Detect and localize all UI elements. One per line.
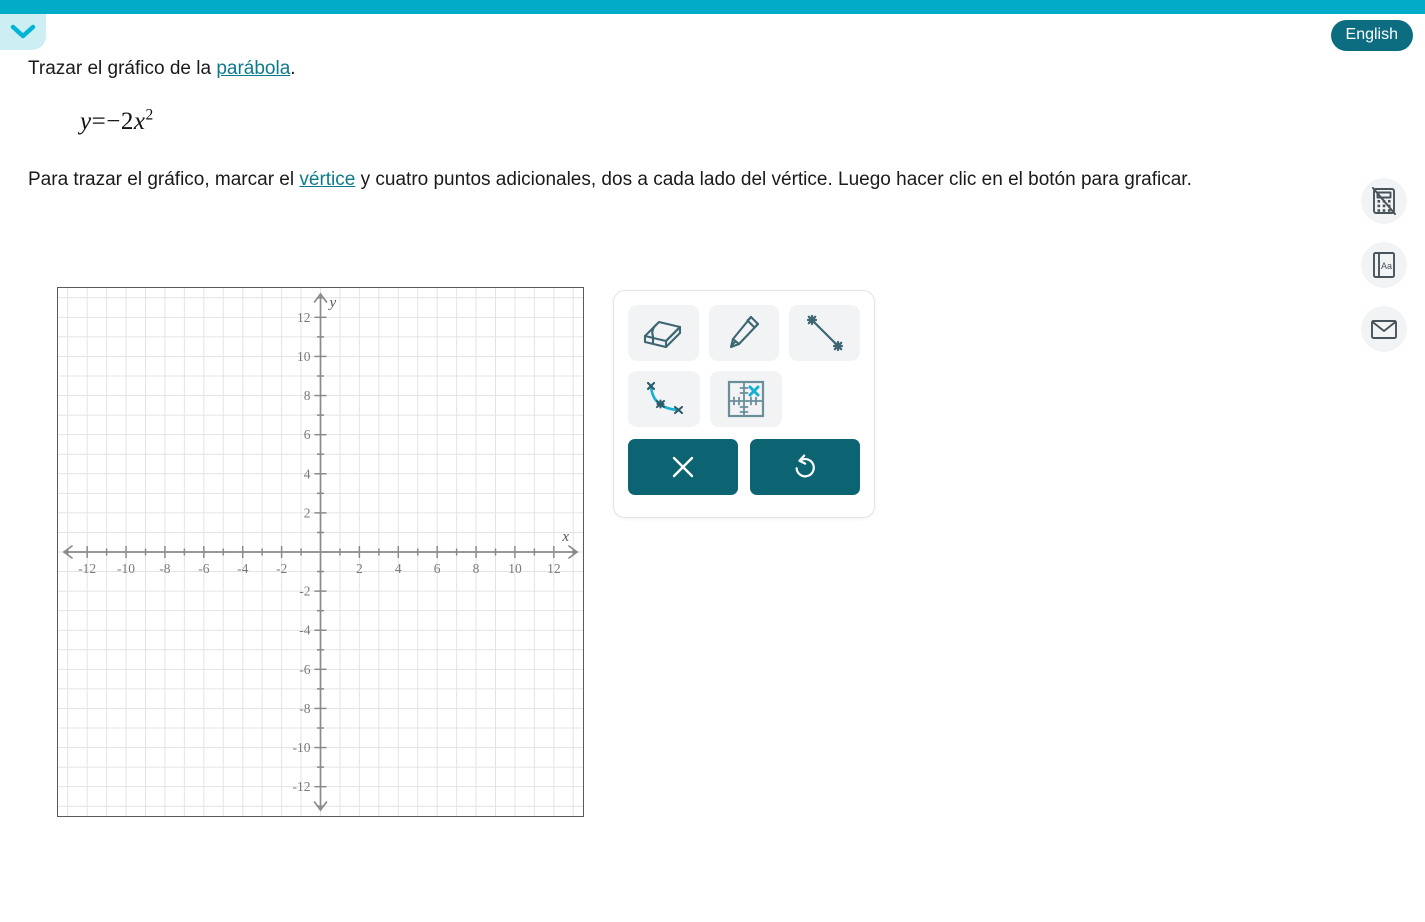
close-x-icon bbox=[670, 454, 696, 480]
svg-text:-4: -4 bbox=[237, 561, 248, 576]
right-utility-rail: Aa bbox=[1361, 178, 1407, 352]
svg-text:-12: -12 bbox=[78, 561, 96, 576]
coordinate-plane-graph[interactable]: -12 -10 -8 -6 -4 -2 2 4 6 8 10 12 12 10 8 6 4 2 -2 -4 -6 -8 -1… bbox=[57, 287, 584, 817]
vertice-glossary-link[interactable]: vértice bbox=[299, 169, 355, 190]
collapse-panel-button[interactable] bbox=[0, 14, 46, 50]
prompt-text-after: . bbox=[290, 58, 296, 79]
language-toggle-button[interactable]: English bbox=[1330, 20, 1413, 51]
svg-text:Aa: Aa bbox=[1381, 261, 1392, 271]
problem-content: Trazar el gráfico de la parábola. y=−2x2… bbox=[28, 48, 1293, 193]
equation-equals: = bbox=[91, 107, 107, 135]
instructions-text-part1: Para trazar el gráfico, marcar el bbox=[28, 168, 300, 190]
equation-lhs: y bbox=[80, 107, 92, 135]
svg-text:8: 8 bbox=[473, 561, 480, 576]
problem-instructions: Para trazar el gráfico, marcar el vértic… bbox=[28, 166, 1288, 194]
problem-prompt: Trazar el gráfico de la parábola. bbox=[28, 56, 1293, 82]
tool-plot-point-button[interactable] bbox=[710, 371, 782, 427]
tool-eraser-button[interactable] bbox=[628, 305, 699, 361]
svg-text:4: 4 bbox=[304, 466, 311, 481]
tool-line-button[interactable] bbox=[789, 305, 861, 361]
equation-sign: − bbox=[106, 107, 121, 135]
svg-text:6: 6 bbox=[304, 427, 311, 442]
equation-variable: x bbox=[133, 107, 146, 135]
svg-text:-8: -8 bbox=[159, 561, 170, 576]
svg-text:2: 2 bbox=[356, 561, 363, 576]
svg-text:y: y bbox=[328, 295, 337, 311]
parabola-glossary-link[interactable]: parábola bbox=[216, 58, 290, 79]
svg-text:-6: -6 bbox=[198, 561, 209, 576]
tool-row-2 bbox=[628, 371, 860, 427]
svg-text:4: 4 bbox=[395, 561, 402, 576]
tool-row-1 bbox=[628, 305, 861, 361]
svg-text:6: 6 bbox=[434, 561, 441, 576]
svg-text:8: 8 bbox=[304, 388, 311, 403]
svg-text:-12: -12 bbox=[293, 779, 311, 794]
calculator-disabled-icon bbox=[1371, 187, 1397, 215]
eraser-icon bbox=[642, 318, 684, 348]
svg-text:-6: -6 bbox=[299, 662, 310, 677]
svg-text:x: x bbox=[561, 529, 569, 545]
equation-display: y=−2x2 bbox=[80, 106, 1293, 136]
message-button[interactable] bbox=[1361, 306, 1407, 352]
equation-exponent: 2 bbox=[145, 106, 154, 124]
svg-text:12: 12 bbox=[547, 561, 561, 576]
chevron-down-icon bbox=[10, 24, 36, 40]
pencil-icon bbox=[727, 315, 761, 351]
glossary-button[interactable]: Aa bbox=[1361, 242, 1407, 288]
top-header-bar bbox=[0, 0, 1425, 14]
svg-text:-10: -10 bbox=[117, 561, 135, 576]
envelope-icon bbox=[1370, 318, 1398, 340]
plot-point-grid-icon bbox=[727, 380, 765, 418]
clear-all-button[interactable] bbox=[628, 439, 738, 495]
svg-text:-2: -2 bbox=[299, 584, 310, 599]
svg-text:10: 10 bbox=[508, 561, 522, 576]
undo-arrow-icon bbox=[791, 453, 819, 481]
graph-canvas[interactable]: -12 -10 -8 -6 -4 -2 2 4 6 8 10 12 12 10 8 6 4 2 -2 -4 -6 -8 -1… bbox=[58, 288, 583, 816]
svg-text:-4: -4 bbox=[299, 623, 310, 638]
undo-button[interactable] bbox=[750, 439, 860, 495]
svg-text:10: 10 bbox=[297, 349, 311, 364]
instructions-text-part2: y cuatro puntos adicionales, dos a cada … bbox=[355, 168, 1192, 190]
equation-coefficient: 2 bbox=[120, 107, 134, 135]
tool-curve-button[interactable] bbox=[628, 371, 700, 427]
glossary-aa-icon: Aa bbox=[1371, 251, 1397, 279]
drawing-tool-palette bbox=[613, 290, 875, 518]
tool-pencil-button[interactable] bbox=[708, 305, 780, 361]
svg-text:-2: -2 bbox=[276, 561, 287, 576]
svg-text:-8: -8 bbox=[299, 701, 310, 716]
parabola-curve-icon bbox=[643, 380, 685, 418]
calculator-button[interactable] bbox=[1361, 178, 1407, 224]
svg-text:2: 2 bbox=[304, 505, 311, 520]
action-row bbox=[628, 439, 860, 495]
prompt-text-before: Trazar el gráfico de la bbox=[28, 58, 217, 79]
line-segment-icon bbox=[805, 314, 845, 352]
svg-text:-10: -10 bbox=[293, 740, 311, 755]
svg-text:12: 12 bbox=[297, 310, 311, 325]
